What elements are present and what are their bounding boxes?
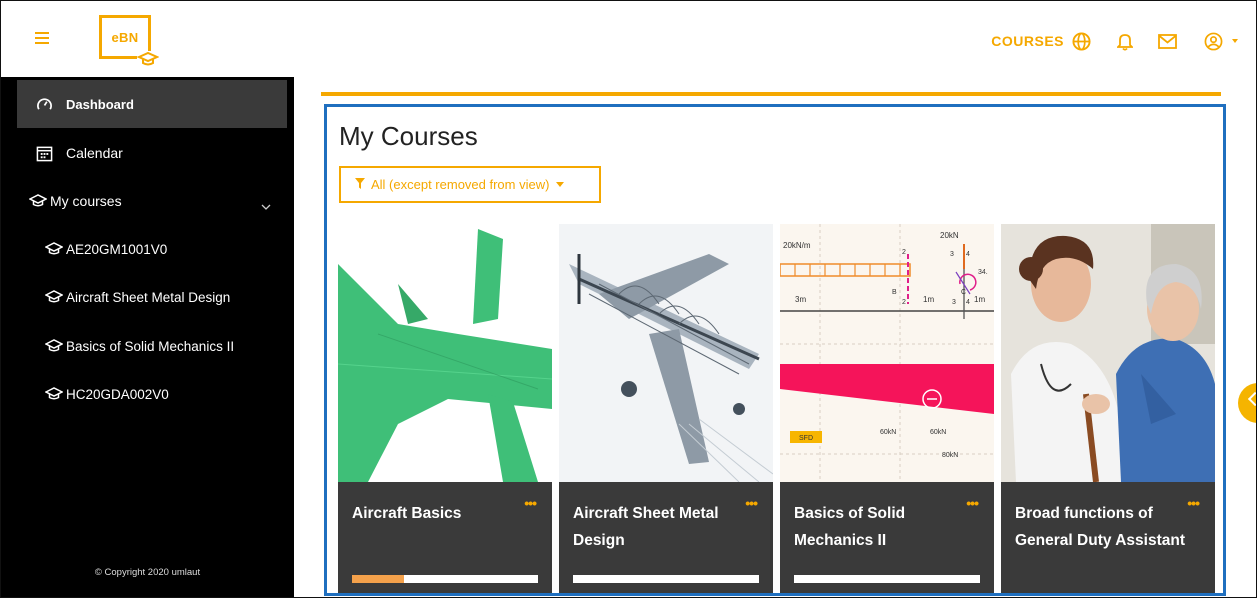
globe-icon[interactable] <box>1070 30 1092 52</box>
course-filter-dropdown[interactable]: All (except removed from view) <box>339 166 601 203</box>
sidebar-item-label: My courses <box>50 193 122 209</box>
progress-bar <box>794 575 980 583</box>
diagram-label: 3m <box>795 295 806 304</box>
sidebar-item-label: Aircraft Sheet Metal Design <box>66 289 231 305</box>
more-options-icon[interactable]: ••• <box>1187 496 1200 510</box>
calendar-icon <box>35 144 53 162</box>
graduation-cap-icon <box>45 240 63 258</box>
diagram-label: 4 <box>966 251 970 258</box>
diagram-label: 3 <box>952 299 956 306</box>
sidebar-item-aircraft-sheet-metal-design[interactable]: Aircraft Sheet Metal Design <box>17 273 287 321</box>
top-header: eBN COURSES <box>1 1 1256 77</box>
green-airplane-image <box>338 224 552 482</box>
card-title: Aircraft Basics <box>352 505 462 522</box>
sidebar-item-label: HC20GDA002V0 <box>66 386 169 402</box>
sidebar-item-label: AE20GM1001V0 <box>66 241 168 257</box>
progress-fill <box>352 575 405 583</box>
filter-icon <box>355 177 365 192</box>
diagram-label: 2 <box>902 299 906 306</box>
page-title: My Courses <box>339 121 478 151</box>
card-title: Basics of Solid Mechanics II <box>794 505 906 549</box>
logo-text: eBN <box>111 30 139 45</box>
graduation-cap-icon <box>45 337 63 355</box>
main-content: My Courses All (except removed from view… <box>294 77 1256 597</box>
course-card-aircraft-sheet-metal-design[interactable]: Aircraft Sheet Metal Design ••• <box>559 224 773 593</box>
progress-bar <box>573 575 759 583</box>
card-title: Broad functions of General Duty Assistan… <box>1015 505 1185 549</box>
diagram-label: 34. <box>978 269 988 276</box>
diagram-label: 2 <box>902 249 906 256</box>
sidebar-item-hc20gda002v0[interactable]: HC20GDA002V0 <box>17 370 287 418</box>
sidebar-item-label: Calendar <box>66 145 123 161</box>
graduation-cap-icon <box>137 51 159 67</box>
graduation-cap-icon <box>45 385 63 403</box>
graduation-cap-icon <box>29 192 47 210</box>
sidebar-item-ae20gm1001v0[interactable]: AE20GM1001V0 <box>17 225 287 273</box>
nurse-patient-image <box>1001 224 1215 482</box>
sidebar-item-dashboard[interactable]: Dashboard <box>17 80 287 128</box>
card-title: Aircraft Sheet Metal Design <box>573 505 719 549</box>
diagram-label: 1m <box>974 295 985 304</box>
more-options-icon[interactable]: ••• <box>524 496 537 510</box>
courses-link[interactable]: COURSES <box>991 33 1064 49</box>
bell-icon[interactable] <box>1114 30 1136 52</box>
diagram-label: B <box>892 289 897 296</box>
dashboard-gauge-icon <box>35 95 53 113</box>
course-card-aircraft-basics[interactable]: Aircraft Basics ••• <box>338 224 552 593</box>
header-divider <box>321 92 1221 96</box>
beam-diagram-image: SFD 20kN/m 20kN 3m 1m 1m B C 2 2 3 3 4 4 <box>780 224 994 482</box>
app-window: eBN COURSES Dashboard Calendar My course… <box>0 0 1257 598</box>
progress-bar <box>352 575 538 583</box>
more-options-icon[interactable]: ••• <box>745 496 758 510</box>
header-nav: COURSES <box>991 29 1238 53</box>
user-icon[interactable] <box>1202 30 1224 52</box>
copyright-text: © Copyright 2020 umlaut <box>94 567 201 578</box>
diagram-label: 20kN/m <box>783 241 811 250</box>
diagram-label: 80kN <box>942 452 958 459</box>
my-courses-panel: My Courses All (except removed from view… <box>324 104 1226 596</box>
aircraft-frame-image <box>559 224 773 482</box>
mail-icon[interactable] <box>1156 30 1178 52</box>
course-card-general-duty-assistant[interactable]: Broad functions of General Duty Assistan… <box>1001 224 1215 593</box>
caret-down-icon <box>556 182 565 187</box>
caret-down-icon[interactable] <box>1232 39 1238 43</box>
drawer-toggle-chevron-left-icon[interactable] <box>1238 383 1256 423</box>
diagram-label: 20kN <box>940 231 959 240</box>
diagram-label: 60kN <box>930 429 946 436</box>
sidebar-item-calendar[interactable]: Calendar <box>17 129 287 177</box>
sidebar-item-label: Dashboard <box>66 96 134 112</box>
sidebar-item-my-courses[interactable]: My courses <box>17 177 287 225</box>
filter-label: All (except removed from view) <box>371 177 550 192</box>
diagram-label: SFD <box>799 435 813 442</box>
sidebar-item-basics-of-solid-mechanics-ii[interactable]: Basics of Solid Mechanics II <box>17 322 287 370</box>
graduation-cap-icon <box>45 288 63 306</box>
hamburger-icon[interactable] <box>35 32 49 44</box>
logo[interactable]: eBN <box>99 15 159 67</box>
sidebar-item-label: Basics of Solid Mechanics II <box>66 338 235 354</box>
diagram-label: 60kN <box>880 429 896 436</box>
course-card-basics-of-solid-mechanics-ii[interactable]: SFD 20kN/m 20kN 3m 1m 1m B C 2 2 3 3 4 4 <box>780 224 994 593</box>
sidebar: Dashboard Calendar My courses AE20GM1001… <box>1 77 294 597</box>
more-options-icon[interactable]: ••• <box>966 496 979 510</box>
diagram-label: C <box>961 289 966 296</box>
diagram-label: 4 <box>966 299 970 306</box>
diagram-label: 1m <box>923 295 934 304</box>
diagram-label: 3 <box>950 251 954 258</box>
chevron-down-icon[interactable] <box>261 197 271 213</box>
